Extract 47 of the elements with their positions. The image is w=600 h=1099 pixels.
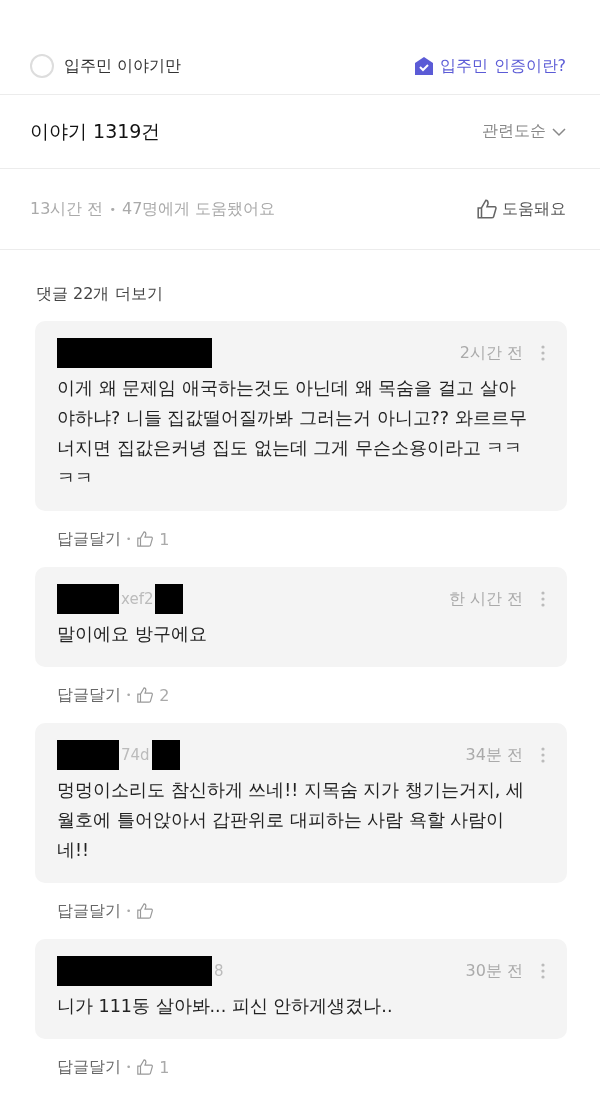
like-count: 1: [159, 529, 170, 549]
separator-dot: •: [109, 202, 116, 216]
separator-dot: •: [126, 1062, 132, 1072]
comment-text: 멍멍이소리도 참신하게 쓰네!! 지목숨 지가 챙기는거지, 세월호에 틀어앉아서 갑판위로 대피하는 사람 욕할 사람이네!!: [57, 779, 525, 862]
redaction-bar: [155, 584, 184, 614]
author-name: 74d: [120, 746, 151, 764]
more-options-icon[interactable]: [541, 747, 545, 763]
more-options-icon[interactable]: [541, 963, 545, 979]
thumbs-up-icon[interactable]: [136, 686, 155, 704]
helpful-button[interactable]: 도움돼요: [476, 198, 566, 220]
redaction-bar: [57, 740, 119, 770]
more-options-icon[interactable]: [541, 345, 545, 361]
comment-text: 말이에요 방구에요: [57, 623, 208, 646]
comment-time: 34분 전: [465, 744, 523, 766]
reply-link[interactable]: 답글달기: [57, 900, 121, 922]
redaction-bar: [57, 584, 119, 614]
author-name: xef2: [120, 590, 155, 608]
house-check-icon: [414, 56, 435, 76]
redaction-bar: [151, 740, 180, 770]
chevron-down-icon: [552, 126, 566, 137]
author-name: 8: [213, 962, 225, 980]
verify-link[interactable]: 입주민 인증이란?: [414, 55, 566, 77]
radio-button[interactable]: [30, 54, 54, 78]
comment-text: 니가 111동 살아봐... 피신 안하게생겼나..: [57, 995, 394, 1018]
helpful-count: 47명에게 도움됐어요: [121, 198, 276, 220]
thumbs-up-icon[interactable]: [136, 902, 155, 920]
reply-link[interactable]: 답글달기: [57, 528, 121, 550]
sort-dropdown[interactable]: 관련도순: [482, 121, 566, 142]
reply-link[interactable]: 답글달기: [57, 1056, 121, 1078]
comment-time: 2시간 전: [459, 342, 523, 364]
thumbs-up-icon: [476, 198, 498, 220]
comment-text: 이게 왜 문제임 애국하는것도 아닌데 왜 목숨을 걸고 살아야하냐? 니들 집값떨어질까봐 그러는거 아니고?? 와르르무너지면 집값은커녕 집도 없는데 그게 무슨소용이라고 ㅋㅋㅋㅋ: [57, 377, 528, 490]
more-options-icon[interactable]: [541, 591, 545, 607]
like-count: 2: [159, 685, 170, 705]
story-count-title: 이야기 1319건: [30, 118, 161, 144]
thumbs-up-icon[interactable]: [136, 530, 155, 548]
like-count: 1: [159, 1057, 170, 1077]
thumbs-up-icon[interactable]: [136, 1058, 155, 1076]
more-comments-link[interactable]: 댓글 22개 더보기: [0, 250, 600, 321]
comment-time: 한 시간 전: [448, 588, 523, 610]
reply-link[interactable]: 답글달기: [57, 684, 121, 706]
separator-dot: •: [126, 534, 132, 544]
separator-dot: •: [126, 906, 132, 916]
separator-dot: •: [126, 690, 132, 700]
post-time: 13시간 전: [30, 198, 104, 220]
filter-label[interactable]: 입주민 이야기만: [64, 55, 182, 77]
comment-time: 30분 전: [465, 960, 523, 982]
